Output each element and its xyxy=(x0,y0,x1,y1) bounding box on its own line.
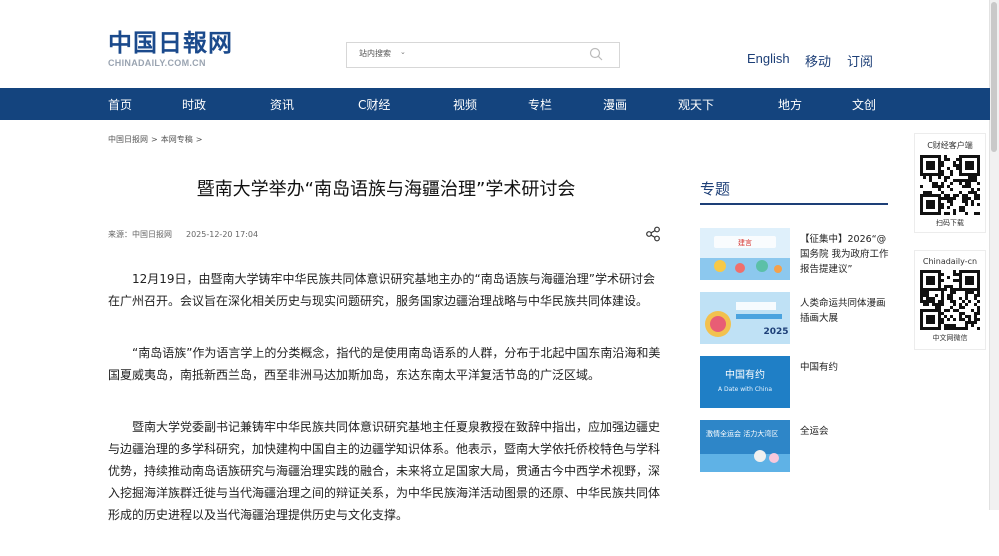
topic-item[interactable]: 中国有约 A Date with China 中国有约 xyxy=(700,356,890,408)
breadcrumb: 中国日报网 > 本网专稿 > xyxy=(108,134,205,145)
topic-thumb-subtext: A Date with China xyxy=(718,386,772,393)
topic-thumbnail[interactable]: 激情全运会 活力大湾区 xyxy=(700,420,790,472)
nav-item-regional[interactable]: 地方 xyxy=(778,96,802,113)
nav-item-world[interactable]: 观天下 xyxy=(678,96,714,113)
nav-item-home[interactable]: 首页 xyxy=(108,96,132,113)
link-mobile[interactable]: 移动 xyxy=(805,51,831,70)
topic-label[interactable]: 【征集中】2026“@国务院 我为政府工作报告提建议” xyxy=(800,232,892,277)
chevron-down-icon[interactable]: ⌄ xyxy=(400,48,406,56)
topic-item[interactable]: 建言 【征集中】2026“@国务院 我为政府工作报告提建议” xyxy=(700,228,890,280)
search-icon[interactable] xyxy=(589,47,603,61)
logo-chinese: 中国日報网 xyxy=(108,28,233,57)
article-paragraph: “南岛语族”作为语言学上的分类概念，指代的是使用南岛语系的人群，分布于北起中国东… xyxy=(108,346,661,382)
topics-divider xyxy=(700,203,888,205)
nav-item-cartoons[interactable]: 漫画 xyxy=(603,96,627,113)
scrollbar-thumb[interactable] xyxy=(991,2,997,152)
topic-item[interactable]: 激情全运会 活力大湾区 全运会 xyxy=(700,420,890,472)
topic-thumb-text: 中国有约 xyxy=(725,368,765,381)
qr-card-wechat: Chinadaily-cn 中文网微信 xyxy=(914,250,986,350)
link-english[interactable]: English xyxy=(747,51,790,66)
topic-label[interactable]: 中国有约 xyxy=(800,360,892,375)
nav-item-news[interactable]: 资讯 xyxy=(270,96,294,113)
search-scope-select[interactable]: 站内搜索 xyxy=(359,48,391,59)
nav-item-finance[interactable]: C财经 xyxy=(358,96,390,113)
site-logo[interactable]: 中国日報网 CHINADAILY.COM.CN xyxy=(108,28,233,69)
topic-thumb-text: 2025 xyxy=(763,327,788,337)
qr-code-icon xyxy=(920,155,980,215)
logo-english: CHINADAILY.COM.CN xyxy=(108,58,206,68)
link-subscribe[interactable]: 订阅 xyxy=(847,51,873,70)
topic-thumb-text: 激情全运会 活力大湾区 xyxy=(706,429,778,438)
qr-card-label: C财经客户端 xyxy=(927,141,973,150)
nav-item-politics[interactable]: 时政 xyxy=(182,96,206,113)
topics-heading: 专题 xyxy=(700,180,731,198)
breadcrumb-home[interactable]: 中国日报网 xyxy=(108,135,148,144)
qr-card-app: C财经客户端 扫码下载 xyxy=(914,133,986,233)
breadcrumb-separator: > xyxy=(151,135,158,144)
share-icon[interactable] xyxy=(645,226,661,242)
qr-card-label: Chinadaily-cn xyxy=(922,257,978,266)
topic-thumbnail[interactable]: 建言 xyxy=(700,228,790,280)
search-input[interactable] xyxy=(417,45,581,65)
breadcrumb-separator: > xyxy=(195,135,203,144)
topic-thumbnail[interactable]: 中国有约 A Date with China xyxy=(700,356,790,408)
qr-card-caption: 中文网微信 xyxy=(932,334,968,342)
main-nav: 首页 时政 资讯 C财经 视频 专栏 漫画 观天下 地方 文创 xyxy=(0,88,990,120)
article-paragraph: 12月19日，由暨南大学铸牢中华民族共同体意识研究基地主办的“南岛语族与海疆治理… xyxy=(108,272,655,308)
nav-item-creative[interactable]: 文创 xyxy=(852,96,876,113)
article-title: 暨南大学举办“南岛语族与海疆治理”学术研讨会 xyxy=(196,179,576,200)
topic-label[interactable]: 全运会 xyxy=(800,424,892,439)
page-scrollbar[interactable] xyxy=(989,0,999,510)
topic-item[interactable]: 2025 人类命运共同体漫画插画大展 xyxy=(700,292,890,344)
breadcrumb-section[interactable]: 本网专稿 xyxy=(161,135,193,144)
topic-thumb-text: 建言 xyxy=(738,238,752,247)
article-date: 2025-12-20 17:04 xyxy=(186,230,259,239)
qr-card-caption: 扫码下载 xyxy=(936,219,964,227)
topic-label[interactable]: 人类命运共同体漫画插画大展 xyxy=(800,296,892,326)
article-source: 来源：中国日报网 xyxy=(108,230,172,239)
article-body: 12月19日，由暨南大学铸牢中华民族共同体意识研究基地主办的“南岛语族与海疆治理… xyxy=(108,268,664,556)
search-box: 站内搜索 ⌄ xyxy=(346,42,620,68)
qr-code-icon xyxy=(920,270,980,330)
topic-thumbnail[interactable]: 2025 xyxy=(700,292,790,344)
nav-item-columns[interactable]: 专栏 xyxy=(528,96,552,113)
article-meta: 来源：中国日报网 2025-12-20 17:04 xyxy=(108,229,258,240)
nav-item-video[interactable]: 视频 xyxy=(453,96,477,113)
